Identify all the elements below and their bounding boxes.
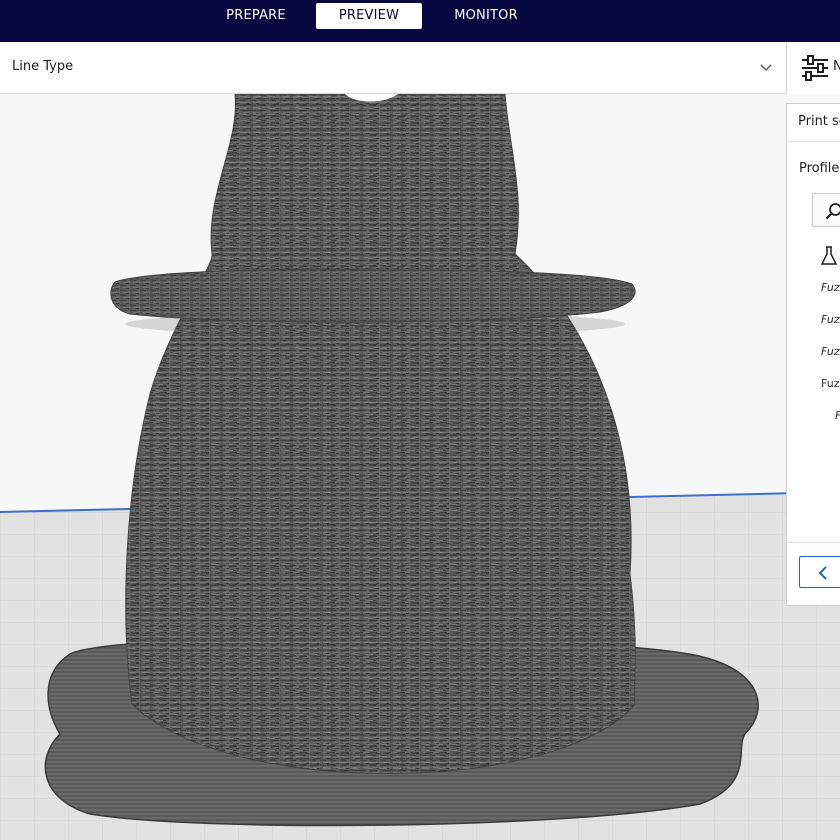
profile-label: Profile [799,161,840,176]
viewport-canvas [0,94,840,840]
setting-row[interactable]: Fuzz [821,281,840,294]
search-icon [825,203,840,220]
tab-preview[interactable]: PREVIEW [316,3,422,29]
tab-prepare[interactable]: PREPARE [216,3,296,29]
setting-row[interactable]: Fuzz [821,313,840,326]
3d-viewport[interactable] [0,94,840,840]
tab-monitor[interactable]: MONITOR [440,3,532,29]
setting-row[interactable]: F [835,409,840,422]
print-settings-tab-label: N [833,59,840,74]
panel-bottom-divider [787,542,840,543]
panel-title: Print se [798,114,840,129]
chevron-down-icon [760,64,772,71]
print-settings-panel: Print se Profile Fuzz Fuzz Fuzz Fuz F [786,103,840,606]
settings-search-input[interactable] [812,193,840,227]
view-type-dropdown[interactable]: Line Type [0,42,786,94]
stage-nav-bar: PREPARE PREVIEW MONITOR [0,0,840,42]
panel-divider [787,141,840,142]
chevron-left-icon [818,566,827,580]
model-brim [110,268,636,323]
sliders-icon [802,55,828,81]
print-settings-tab[interactable]: N [786,42,840,94]
setting-row[interactable]: Fuz [821,377,839,390]
flask-icon [821,246,837,265]
view-header: Line Type N [0,42,840,94]
setting-row[interactable]: Fuzz [821,345,840,358]
recommended-back-button[interactable] [799,556,840,588]
view-type-label: Line Type [12,59,74,74]
